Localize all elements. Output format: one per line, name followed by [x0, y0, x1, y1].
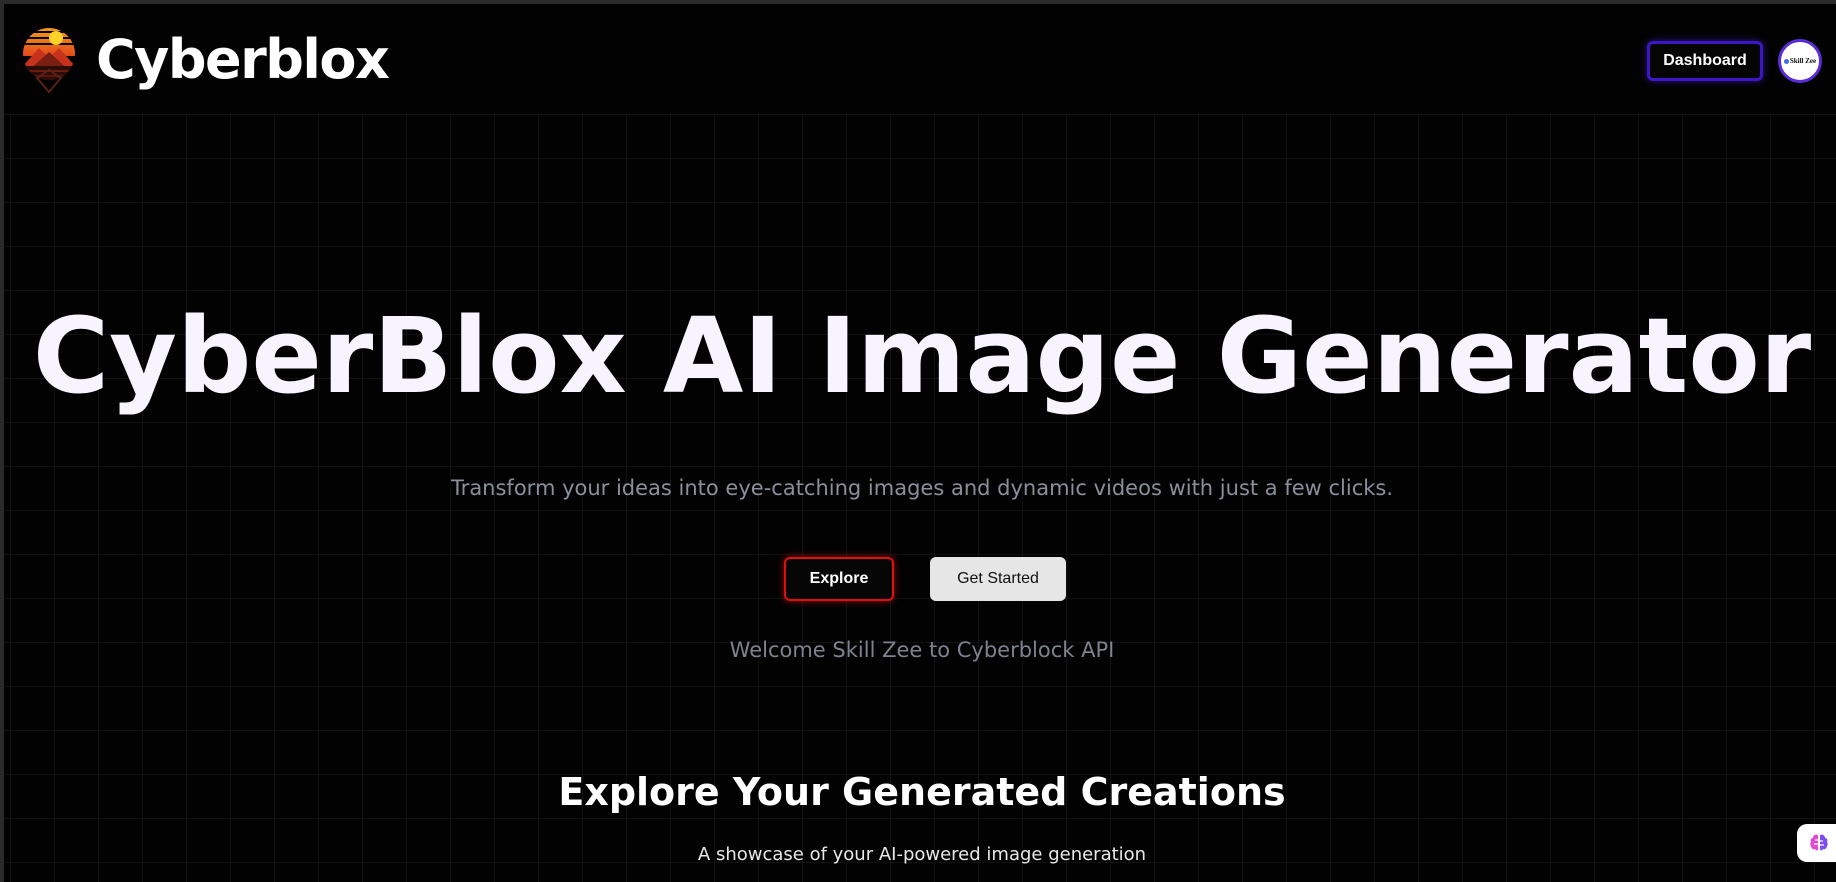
gallery-title: Explore Your Generated Creations [558, 770, 1286, 814]
brain-icon [1810, 834, 1828, 851]
avatar-label: Skill Zee [1783, 57, 1816, 65]
brand-name[interactable]: Cyberblox [96, 26, 390, 94]
assistant-button[interactable] [1797, 824, 1836, 862]
app-window: Cyberblox Dashboard Skill Zee CyberBlox … [0, 0, 1836, 882]
gallery-subtitle: A showcase of your AI-powered image gene… [697, 844, 1147, 865]
hero-title: CyberBlox AI Image Generator [32, 295, 1812, 417]
dashboard-button[interactable]: Dashboard [1647, 41, 1763, 81]
welcome-message: Welcome Skill Zee to Cyberblock API [729, 638, 1115, 662]
avatar[interactable]: Skill Zee [1778, 39, 1822, 83]
get-started-button[interactable]: Get Started [930, 557, 1066, 601]
explore-button[interactable]: Explore [784, 557, 894, 601]
sunset-mountain-logo-icon[interactable] [23, 26, 75, 94]
hero-subtitle: Transform your ideas into eye-catching i… [450, 476, 1394, 500]
